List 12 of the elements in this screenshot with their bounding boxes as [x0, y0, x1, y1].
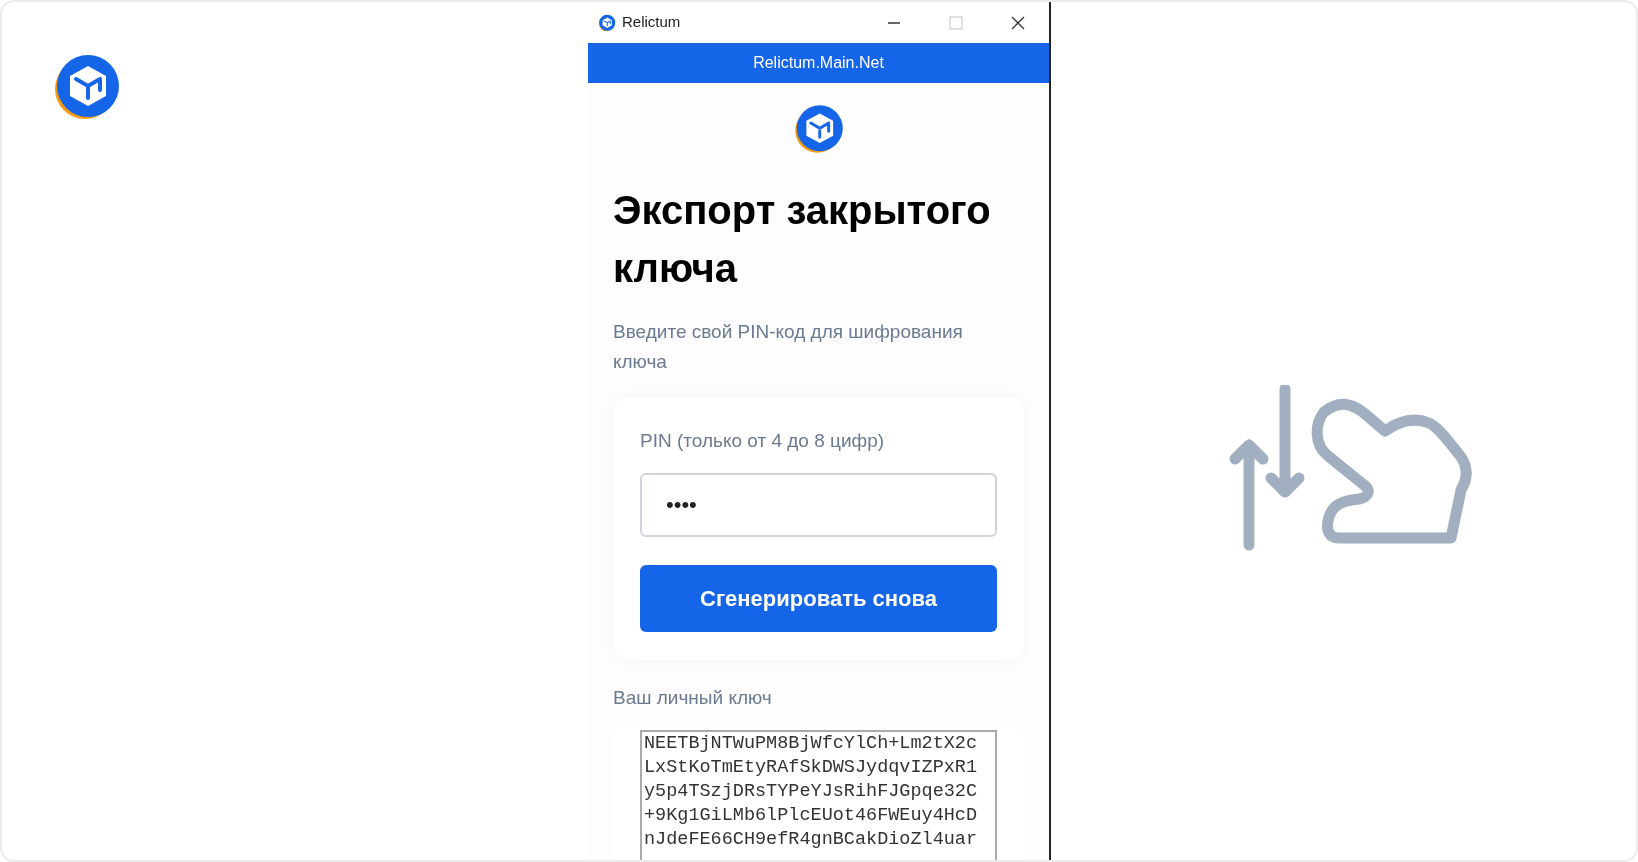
- private-key-text: NEETBjNTWuPM8BjWfcYlCh+Lm2tX2c LxStKoTmEtyRAfSkDWSJydqvIZPxR1 y5p4TSzjDRsTYPeYJsRihFJGpqe32C +9Kg1GiLMb6lPlcEUot46FWEuy4HcD nJdeFE66CH9efR4gnBCakDioZl4uar: [640, 730, 997, 860]
- key-label: Ваш личный ключ: [613, 685, 773, 710]
- window-title: Relictum: [622, 12, 681, 33]
- page-heading: Экспорт закрытого ключа: [613, 187, 992, 292]
- pin-label: PIN (только от 4 до 8 цифр): [640, 429, 886, 453]
- regenerate-button[interactable]: Сгенерировать снова: [640, 564, 997, 632]
- pin-field[interactable]: ••••: [640, 472, 997, 537]
- app-icon: [598, 13, 616, 32]
- network-bar: Relictum.Main.Net: [588, 43, 1049, 83]
- cube-logo-icon: [52, 52, 122, 122]
- cube-logo-icon: [792, 103, 845, 155]
- instruction-text: Введите свой PIN-код для шифрования ключа: [613, 320, 964, 374]
